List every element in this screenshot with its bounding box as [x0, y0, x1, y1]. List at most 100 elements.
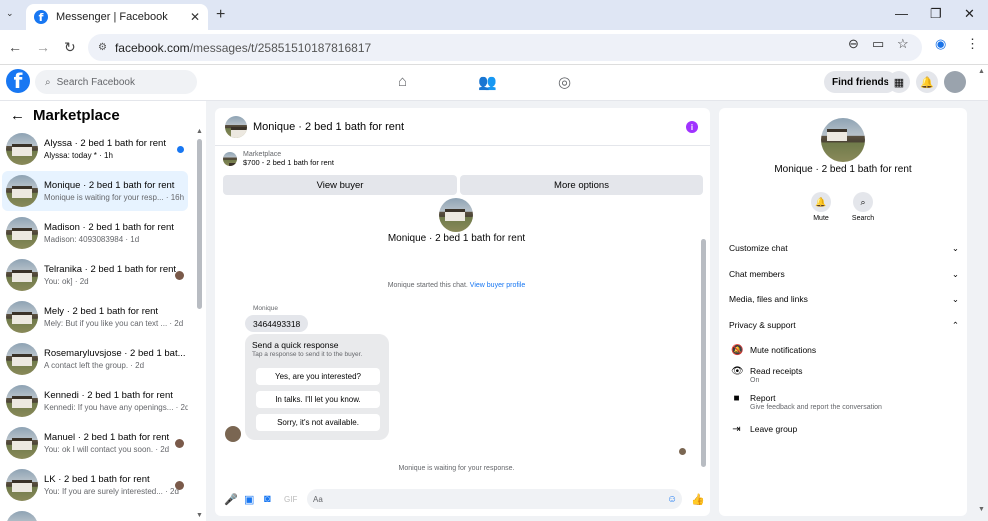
zoom-icon[interactable]: ⊖	[848, 36, 859, 52]
bookmark-star-icon[interactable]: ☆	[897, 36, 909, 52]
conversation-name: Madison · 2 bed 1 bath for rent	[44, 222, 174, 233]
scroll-up-icon[interactable]: ▲	[196, 128, 203, 135]
section-label: Chat members	[729, 269, 785, 279]
browser-menu-icon[interactable]: ⋮	[966, 36, 979, 52]
view-buyer-profile-link[interactable]: View buyer profile	[470, 282, 526, 289]
minimize-icon[interactable]: —	[895, 6, 908, 21]
chat-header: Monique · 2 bed 1 bath for rent i	[215, 108, 710, 146]
search-action[interactable]: ⌕ Search	[843, 192, 883, 222]
chevron-down-icon: ⌄	[951, 269, 959, 279]
back-icon[interactable]: ←	[8, 39, 22, 55]
info-icon[interactable]: i	[686, 121, 698, 133]
section-chat-members[interactable]: Chat members ⌄	[729, 269, 959, 280]
browser-tab[interactable]: f Messenger | Facebook ✕	[26, 4, 208, 30]
section-media-files-links[interactable]: Media, files and links ⌄	[729, 294, 959, 305]
new-tab-icon[interactable]: +	[216, 6, 225, 24]
profile-icon[interactable]: ◉	[935, 36, 946, 52]
report-item[interactable]: ■ Report Give feedback and report the con…	[731, 393, 959, 411]
conversation-item[interactable]: Kennedi · 2 bed 1 bath for rent Kennedi: …	[2, 381, 188, 421]
listing-thumbnail[interactable]	[225, 115, 247, 138]
chat-title[interactable]: Monique · 2 bed 1 bath for rent	[253, 121, 404, 133]
tab-search-icon[interactable]: ⌄	[6, 8, 14, 19]
cast-icon[interactable]: ▭	[872, 36, 884, 52]
mute-notifications-item[interactable]: 🔕 Mute notifications	[731, 345, 959, 356]
report-icon: ■	[733, 393, 740, 404]
quick-reply-button[interactable]: Yes, are you interested?	[256, 368, 380, 385]
photo-icon[interactable]: ▣	[244, 493, 254, 506]
thumbs-up-icon[interactable]: 👍	[691, 493, 705, 506]
view-buyer-button[interactable]: View buyer	[223, 175, 457, 195]
page-scrollbar[interactable]: ▲ ▼	[978, 68, 985, 518]
sticker-icon[interactable]: ◙	[264, 493, 271, 505]
reload-icon[interactable]: ↻	[64, 39, 76, 56]
conversation-item[interactable]: Alyssa · 2 bed 1 bath for rent Alyssa: to…	[2, 129, 188, 169]
groups-icon[interactable]: ◎	[558, 73, 571, 91]
message-thread: Monique · 2 bed 1 bath for rent Monique …	[215, 198, 710, 486]
conversation-item[interactable]: Madison · 2 bed 1 bath for rent Madison: …	[2, 213, 188, 253]
conversation-text: Telranika · 2 bed 1 bath for rent You: ok…	[44, 264, 188, 286]
conversation-thumbnail	[6, 343, 38, 375]
item-title: Mute notifications	[750, 345, 817, 355]
mute-label: Mute	[813, 215, 829, 222]
conversation-item[interactable]: LK · 2 bed 1 bath for rent You: If you ar…	[2, 465, 188, 505]
conversation-preview: A contact left the group. · 2d	[44, 361, 145, 370]
mute-action[interactable]: 🔔 Mute	[801, 192, 841, 222]
microphone-icon[interactable]: 🎤	[224, 493, 238, 506]
facebook-logo-icon[interactable]: f	[6, 69, 30, 93]
conversation-item[interactable]: Monique · 2 bed 1 bath for rent Monique i…	[2, 171, 188, 211]
conversation-item[interactable]: Oliver · 2 bed 1 bath for rent	[2, 507, 188, 521]
message-input-placeholder: Aa	[313, 494, 323, 504]
facebook-search-input[interactable]: ⌕ Search Facebook	[35, 70, 197, 94]
conversation-list-scrollbar[interactable]	[197, 139, 202, 309]
listing-banner-thumbnail	[223, 152, 237, 166]
conversation-text: LK · 2 bed 1 bath for rent You: If you ar…	[44, 474, 188, 496]
friends-icon[interactable]: 👥	[478, 73, 497, 91]
search-icon: ⌕	[853, 192, 873, 212]
restore-icon[interactable]: ❐	[930, 6, 942, 22]
conversation-text: Monique · 2 bed 1 bath for rent Monique i…	[44, 180, 188, 202]
leave-group-item[interactable]: ⇥ Leave group	[731, 424, 959, 435]
search-label: Search	[851, 215, 875, 222]
conversation-item[interactable]: Rosemaryluvsjose · 2 bed 1 bat... A conta…	[2, 339, 188, 379]
notifications-bell-icon[interactable]: 🔔	[916, 71, 938, 93]
forward-icon[interactable]: →	[36, 39, 50, 55]
page-scroll-up-icon[interactable]: ▲	[978, 68, 985, 75]
emoji-icon[interactable]: ☺	[667, 494, 677, 505]
read-receipts-item[interactable]: 👁 Read receipts On	[731, 366, 959, 384]
conversation-thumbnail	[6, 511, 38, 521]
find-friends-button[interactable]: Find friends	[824, 71, 898, 93]
message-bubble[interactable]: 3464493318	[245, 315, 309, 332]
thread-scrollbar[interactable]	[701, 239, 706, 467]
quick-reply-button[interactable]: Sorry, it's not available.	[256, 414, 380, 431]
message-input[interactable]: Aa	[307, 489, 682, 509]
window-close-icon[interactable]: ✕	[964, 6, 975, 22]
section-privacy-support[interactable]: Privacy & support ⌃	[729, 320, 959, 331]
quick-response-card: Send a quick response Tap a response to …	[245, 334, 389, 440]
url-field[interactable]: ⚙ facebook.com/messages/t/25851510187816…	[88, 34, 922, 61]
account-avatar[interactable]	[944, 71, 966, 93]
scroll-down-icon[interactable]: ▼	[196, 512, 203, 519]
site-info-icon[interactable]: ⚙	[98, 42, 107, 53]
conversation-item[interactable]: Telranika · 2 bed 1 bath for rent You: ok…	[2, 255, 188, 295]
section-customize-chat[interactable]: Customize chat ⌄	[729, 243, 959, 254]
listing-banner[interactable]: Marketplace $700 - 2 bed 1 bath for rent	[223, 151, 334, 167]
more-options-button[interactable]: More options	[460, 175, 703, 195]
conversation-list-panel: ← Marketplace Alyssa · 2 bed 1 bath for …	[0, 101, 206, 521]
marketplace-header: ← Marketplace	[10, 107, 120, 124]
close-tab-icon[interactable]: ✕	[190, 10, 200, 24]
gif-icon[interactable]: GIF	[284, 495, 297, 504]
conversation-thumbnail	[6, 217, 38, 249]
home-icon[interactable]: ⌂	[398, 73, 407, 90]
quick-reply-button[interactable]: In talks. I'll let you know.	[256, 391, 380, 408]
menu-grid-icon[interactable]: ▦	[888, 71, 910, 93]
facebook-header: f ⌕ Search Facebook ⌂ 👥 ◎ Find friends ▦…	[0, 65, 988, 101]
section-label: Customize chat	[729, 243, 788, 253]
chat-panel: Monique · 2 bed 1 bath for rent i Market…	[215, 108, 710, 516]
conversation-name: Manuel · 2 bed 1 bath for rent	[44, 432, 170, 443]
conversation-item[interactable]: Mely · 2 bed 1 bath for rent Mely: But if…	[2, 297, 188, 337]
conversation-text: Manuel · 2 bed 1 bath for rent You: ok I …	[44, 432, 188, 454]
conversation-item[interactable]: Manuel · 2 bed 1 bath for rent You: ok I …	[2, 423, 188, 463]
page-scroll-down-icon[interactable]: ▼	[978, 506, 985, 513]
back-arrow-icon[interactable]: ←	[10, 107, 25, 124]
unread-dot	[177, 145, 184, 153]
